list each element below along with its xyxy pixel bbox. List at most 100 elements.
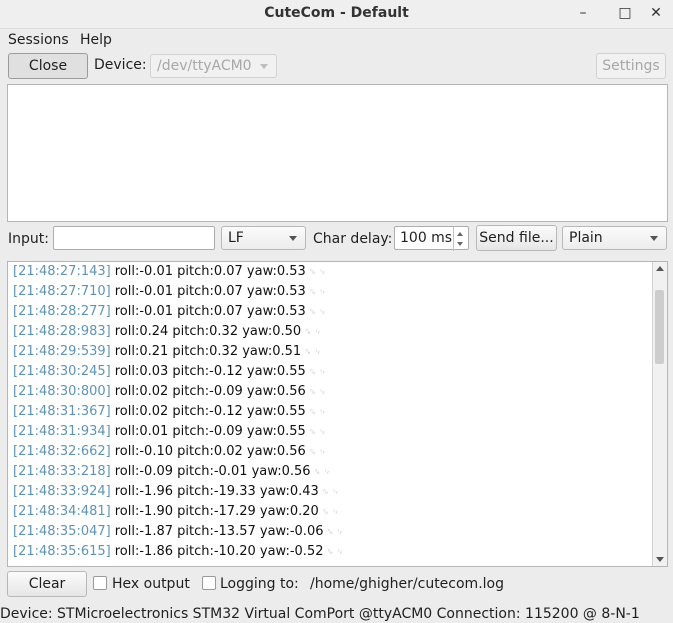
chevron-down-icon[interactable] xyxy=(457,242,463,246)
log-message: roll:-0.09 pitch:-0.01 yaw:0.56 xyxy=(114,464,311,479)
line-ending-icon: ␍ ␊ xyxy=(308,368,327,378)
line-ending-icon: ␍ ␊ xyxy=(326,548,344,558)
scroll-thumb[interactable] xyxy=(655,290,664,364)
log-timestamp: [21:48:31:367] xyxy=(13,404,111,419)
minimize-icon[interactable]: – xyxy=(569,2,597,24)
log-timestamp: [21:48:30:245] xyxy=(13,364,111,379)
log-message: roll:0.03 pitch:-0.12 yaw:0.55 xyxy=(114,364,306,379)
input-label: Input: xyxy=(8,231,49,247)
log-message: roll:-0.01 pitch:0.07 yaw:0.53 xyxy=(114,264,306,279)
log-row: [21:48:27:143] roll:-0.01 pitch:0.07 yaw:… xyxy=(13,264,326,279)
log-message: roll:-1.96 pitch:-19.33 yaw:0.43 xyxy=(114,484,319,499)
log-message: roll:-0.01 pitch:0.07 yaw:0.53 xyxy=(114,304,306,319)
log-row: [21:48:35:047] roll:-1.87 pitch:-13.57 ya… xyxy=(13,524,344,539)
log-row: [21:48:29:539] roll:0.21 pitch:0.32 yaw:0… xyxy=(13,344,321,359)
log-timestamp: [21:48:28:983] xyxy=(13,324,111,339)
line-ending-icon: ␍ ␊ xyxy=(308,448,327,458)
log-row: [21:48:35:615] roll:-1.86 pitch:-10.20 ya… xyxy=(13,544,344,559)
device-select[interactable]: /dev/ttyACM0 xyxy=(150,54,277,78)
log-message: roll:-1.87 pitch:-13.57 yaw:-0.06 xyxy=(114,524,324,539)
char-delay-stepper[interactable]: 100 ms xyxy=(394,226,469,251)
log-timestamp: [21:48:28:277] xyxy=(13,304,111,319)
menu-help[interactable]: Help xyxy=(80,32,112,48)
close-window-icon[interactable]: ✕ xyxy=(642,2,670,24)
log-row: [21:48:28:277] roll:-0.01 pitch:0.07 yaw:… xyxy=(13,304,326,319)
clear-button[interactable]: Clear xyxy=(7,571,87,597)
scroll-up-icon[interactable] xyxy=(656,266,664,271)
title-bar: CuteCom - Default – □ ✕ xyxy=(0,0,673,29)
hex-output-checkbox[interactable] xyxy=(93,576,107,590)
log-message: roll:0.01 pitch:-0.09 yaw:0.55 xyxy=(114,424,306,439)
log-timestamp: [21:48:27:710] xyxy=(13,284,111,299)
menu-sessions[interactable]: Sessions xyxy=(8,32,69,48)
log-timestamp: [21:48:33:218] xyxy=(13,464,111,479)
output-log[interactable]: [21:48:27:143] roll:-0.01 pitch:0.07 yaw:… xyxy=(7,261,668,567)
log-row: [21:48:33:218] roll:-0.09 pitch:-0.01 yaw… xyxy=(13,464,331,479)
logging-checkbox[interactable] xyxy=(202,576,216,590)
log-row: [21:48:30:245] roll:0.03 pitch:-0.12 yaw:… xyxy=(13,364,326,379)
close-button[interactable]: Close xyxy=(8,53,88,79)
line-ending-icon: ␍ ␊ xyxy=(308,388,327,398)
line-ending-icon: ␍ ␊ xyxy=(326,528,344,538)
log-timestamp: [21:48:29:539] xyxy=(13,344,111,359)
format-value: Plain xyxy=(569,230,603,246)
logging-label: Logging to: xyxy=(220,576,299,592)
log-row: [21:48:31:934] roll:0.01 pitch:-0.09 yaw:… xyxy=(13,424,326,439)
line-ending-icon: ␍ ␊ xyxy=(308,428,327,438)
log-timestamp: [21:48:30:800] xyxy=(13,384,111,399)
maximize-icon[interactable]: □ xyxy=(611,2,639,24)
format-select[interactable]: Plain xyxy=(562,226,667,250)
spin-buttons[interactable] xyxy=(453,227,468,251)
line-ending-icon: ␍ ␊ xyxy=(321,508,340,518)
log-timestamp: [21:48:27:143] xyxy=(13,264,111,279)
line-ending-icon: ␍ ␊ xyxy=(304,328,322,338)
line-ending-value: LF xyxy=(228,230,244,246)
chevron-down-icon xyxy=(650,236,658,241)
settings-button[interactable]: Settings xyxy=(596,53,666,79)
log-path: /home/ghigher/cutecom.log xyxy=(310,576,504,592)
line-ending-icon: ␍ ␊ xyxy=(308,288,327,298)
log-timestamp: [21:48:35:047] xyxy=(13,524,111,539)
log-message: roll:0.21 pitch:0.32 yaw:0.51 xyxy=(114,344,302,359)
log-timestamp: [21:48:33:924] xyxy=(13,484,111,499)
scroll-down-icon[interactable] xyxy=(656,557,664,562)
char-delay-value: 100 ms xyxy=(400,230,453,246)
line-ending-icon: ␍ ␊ xyxy=(308,268,327,278)
log-message: roll:0.24 pitch:0.32 yaw:0.50 xyxy=(114,324,302,339)
line-ending-icon: ␍ ␊ xyxy=(313,468,331,478)
send-file-button[interactable]: Send file... xyxy=(476,225,557,251)
log-timestamp: [21:48:34:481] xyxy=(13,504,111,519)
settings-panel xyxy=(7,84,668,222)
line-ending-icon: ␍ ␊ xyxy=(321,488,340,498)
log-message: roll:-1.90 pitch:-17.29 yaw:0.20 xyxy=(114,504,319,519)
hex-output-label: Hex output xyxy=(112,576,190,592)
log-message: roll:-1.86 pitch:-10.20 yaw:-0.52 xyxy=(114,544,324,559)
status-bar: Device: STMicroelectronics STM32 Virtual… xyxy=(0,606,640,622)
line-ending-icon: ␍ ␊ xyxy=(308,408,327,418)
log-row: [21:48:28:983] roll:0.24 pitch:0.32 yaw:0… xyxy=(13,324,321,339)
device-label: Device: xyxy=(94,57,147,73)
log-row: [21:48:32:662] roll:-0.10 pitch:0.02 yaw:… xyxy=(13,444,326,459)
log-message: roll:-0.10 pitch:0.02 yaw:0.56 xyxy=(114,444,306,459)
char-delay-label: Char delay: xyxy=(313,231,393,247)
log-row: [21:48:27:710] roll:-0.01 pitch:0.07 yaw:… xyxy=(13,284,326,299)
chevron-down-icon xyxy=(289,236,297,241)
chevron-down-icon xyxy=(260,64,268,69)
log-row: [21:48:34:481] roll:-1.90 pitch:-17.29 ya… xyxy=(13,504,339,519)
log-row: [21:48:31:367] roll:0.02 pitch:-0.12 yaw:… xyxy=(13,404,326,419)
log-message: roll:0.02 pitch:-0.09 yaw:0.56 xyxy=(114,384,306,399)
line-ending-icon: ␍ ␊ xyxy=(308,308,327,318)
line-ending-icon: ␍ ␊ xyxy=(304,348,322,358)
line-ending-select[interactable]: LF xyxy=(221,226,306,250)
log-row: [21:48:33:924] roll:-1.96 pitch:-19.33 ya… xyxy=(13,484,339,499)
vertical-scrollbar[interactable] xyxy=(652,262,667,566)
log-message: roll:0.02 pitch:-0.12 yaw:0.55 xyxy=(114,404,306,419)
log-row: [21:48:30:800] roll:0.02 pitch:-0.09 yaw:… xyxy=(13,384,326,399)
log-timestamp: [21:48:31:934] xyxy=(13,424,111,439)
log-timestamp: [21:48:35:615] xyxy=(13,544,111,559)
device-value: /dev/ttyACM0 xyxy=(157,58,252,74)
chevron-up-icon[interactable] xyxy=(457,232,463,236)
log-timestamp: [21:48:32:662] xyxy=(13,444,111,459)
input-field[interactable] xyxy=(53,226,215,250)
log-message: roll:-0.01 pitch:0.07 yaw:0.53 xyxy=(114,284,306,299)
